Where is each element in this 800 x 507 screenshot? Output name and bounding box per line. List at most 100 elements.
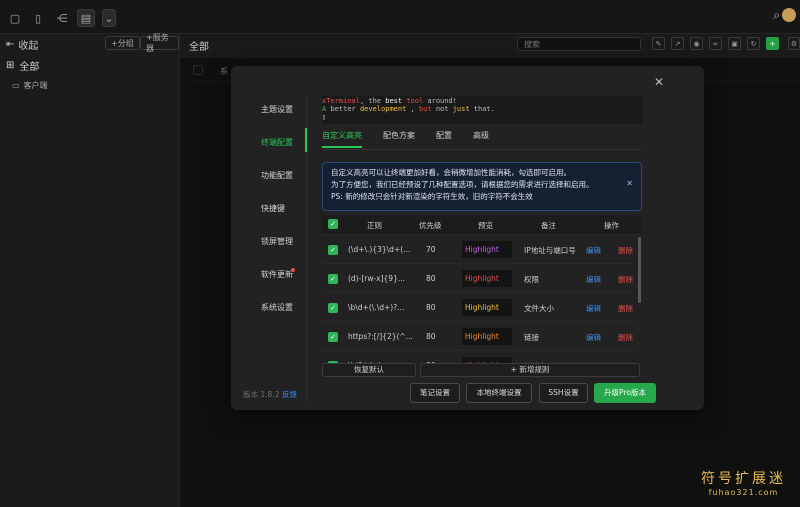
delete-link[interactable]: 删除 [618, 332, 633, 343]
row-checkbox[interactable]: ✓ [328, 303, 338, 313]
rule-priority: 80 [426, 274, 436, 283]
edit-link[interactable]: 编辑 [586, 274, 601, 285]
delete-link[interactable]: 删除 [618, 274, 633, 285]
terminal-token: development [359, 105, 407, 113]
watermark-url: fuhao321.com [708, 488, 779, 497]
row-checkbox[interactable]: ✓ [328, 245, 338, 255]
header-priority: 优先级 [419, 221, 442, 230]
table-row: ✓ https?:[/]{2}(^... 80 Highlight 链接 编辑 删除 [322, 323, 636, 351]
link-icon[interactable]: ∞ [709, 37, 722, 50]
rule-preview: Highlight [462, 241, 512, 258]
settings-tabs: 自定义高亮 配色方案 配置 高级 [322, 130, 489, 148]
export-icon[interactable]: ↗ [671, 37, 684, 50]
grid-icon: ⊞ [6, 60, 15, 71]
edit-link[interactable]: 编辑 [586, 245, 601, 256]
tab-custom-highlight[interactable]: 自定义高亮 [322, 130, 362, 148]
terminal-cursor: ▯ [322, 113, 327, 121]
terminal-token: not [431, 105, 453, 113]
select-all-checkbox[interactable]: ✓ [328, 219, 338, 229]
terminal-token: best [385, 97, 403, 105]
rule-regex: https?:[/]{2}(^... [348, 332, 413, 341]
edit-link[interactable]: 编辑 [586, 332, 601, 343]
delete-link[interactable]: 删除 [618, 303, 633, 314]
info-line-2: 为了方便您，我们已经预设了几种配置选项，请根据您的需求进行选择和启用。 [331, 180, 594, 189]
table-scrollbar[interactable] [638, 237, 641, 303]
restore-default-button[interactable]: 恢复默认 [322, 363, 416, 377]
refresh-icon[interactable]: ↻ [747, 37, 760, 50]
terminal-token: that. [469, 105, 495, 113]
terminal-token: better [326, 105, 360, 113]
close-icon[interactable]: ✕ [626, 178, 633, 190]
table-header: ✓ 正则 优先级 预览 备注 操作 [322, 215, 642, 235]
nav-theme[interactable]: 主题设置 [261, 104, 293, 115]
rule-priority: 80 [426, 332, 436, 341]
settings-modal: ✕ 主题设置 终端配置 功能配置 快捷键 锁屏管理 软件更新 系统设置 xTer… [231, 66, 704, 410]
search-icon[interactable]: ⌕ [773, 8, 780, 23]
list-icon[interactable]: ▤ [77, 9, 95, 27]
header-regex: 正则 [367, 221, 382, 230]
terminal-token: around! [423, 97, 457, 105]
table-row: ✓ (d)-[rw-x]{9}... 80 Highlight 权限 编辑 删除 [322, 265, 636, 293]
rule-regex: \b\d+(\.\d+)?... [348, 303, 405, 312]
rule-preview: Highlight [462, 299, 512, 316]
collapse-icon: ⇤ [6, 39, 15, 50]
terminal-token: xTerminal [322, 97, 360, 105]
sidebar-item-all[interactable]: ⊞ 全部 [6, 58, 39, 73]
terminal-preview: xTerminal, the best tool around! A bette… [322, 96, 642, 124]
collapse-button[interactable]: ⇤ 收起 [6, 37, 38, 52]
terminal-token: but [418, 105, 432, 113]
delete-link[interactable]: 删除 [618, 245, 633, 256]
tab-color-scheme[interactable]: 配色方案 [383, 130, 415, 148]
info-alert: 自定义高亮可以让终端更加好看，会稍微增加性能消耗，勾选即可启用。 为了方便您，我… [322, 162, 642, 211]
nav-update[interactable]: 软件更新 [261, 269, 293, 280]
close-icon[interactable]: ✕ [654, 75, 664, 89]
nav-system[interactable]: 系统设置 [261, 302, 293, 313]
feedback-link[interactable]: 反馈 [282, 389, 297, 400]
header-note: 备注 [541, 221, 556, 230]
rule-note: 权限 [524, 275, 539, 284]
local-terminal-settings-button[interactable]: 本地终端设置 [466, 383, 532, 403]
rule-preview: Highlight [462, 270, 512, 287]
chevron-down-icon[interactable]: ⌄ [102, 9, 116, 27]
search-input[interactable] [517, 37, 641, 51]
edit-link[interactable]: 编辑 [586, 303, 601, 314]
sidebar: ⇤ 收起 +分组 +服务器 ⊞ 全部 ▭ 客户端 [0, 33, 180, 507]
avatar[interactable] [782, 8, 796, 22]
tab-config[interactable]: 配置 [436, 130, 452, 148]
ssh-settings-button[interactable]: SSH设置 [539, 383, 588, 403]
notes-settings-button[interactable]: 笔记设置 [410, 383, 460, 403]
terminal-line-1: xTerminal, the best tool around! [322, 97, 642, 105]
terminal-token: tool [406, 97, 424, 105]
table-row: ✓ \b\d+(\.\d+)?... 80 Highlight 文件大小 编辑 删除 [322, 294, 636, 322]
file-icon[interactable]: ▯ [29, 9, 47, 27]
rule-priority: 80 [426, 303, 436, 312]
settings-icon[interactable]: ⚙ [788, 37, 800, 50]
tab-advanced[interactable]: 高级 [473, 130, 489, 148]
add-rule-button[interactable]: + 新增规则 [420, 363, 640, 377]
rule-note: IP地址与端口号 [524, 246, 576, 255]
nav-shortcuts[interactable]: 快捷键 [261, 203, 285, 214]
add-icon[interactable]: + [766, 37, 779, 50]
page-title: 全部 [189, 42, 209, 53]
nav-terminal[interactable]: 终端配置 [261, 137, 293, 148]
add-server-button[interactable]: +服务器 [140, 33, 179, 53]
nav-lock[interactable]: 锁屏管理 [261, 236, 293, 247]
sidebar-item-label: 客户端 [23, 81, 48, 90]
eye-icon[interactable]: ◉ [690, 37, 703, 50]
tabs-divider [322, 149, 642, 150]
sidebar-item-group[interactable]: ▭ 客户端 [12, 80, 48, 91]
image-icon[interactable]: ▣ [728, 37, 741, 50]
top-toolbar: ▢ ▯ ⋲ ▤ ⌄ ⌕ [0, 0, 800, 34]
row-checkbox[interactable]: ✓ [328, 274, 338, 284]
row-checkbox[interactable]: ✓ [328, 332, 338, 342]
upgrade-pro-button[interactable]: 升级Pro版本 [594, 383, 656, 403]
terminal-token: , [410, 105, 419, 113]
header-actions: 操作 [604, 221, 619, 230]
watermark: 符号扩展迷 fuhao321.com [701, 468, 786, 497]
nav-features[interactable]: 功能配置 [261, 170, 293, 181]
terminal-icon[interactable]: ▢ [6, 9, 24, 27]
sidebar-item-label: 全部 [19, 62, 40, 73]
tree-icon[interactable]: ⋲ [53, 9, 71, 27]
add-group-button[interactable]: +分组 [105, 36, 140, 50]
edit-icon[interactable]: ✎ [652, 37, 665, 50]
